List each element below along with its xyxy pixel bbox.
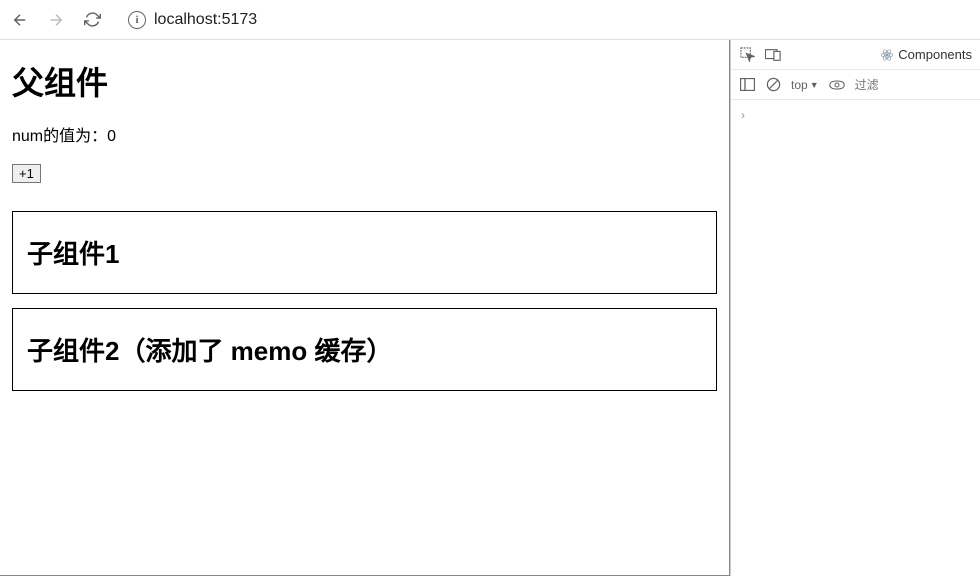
info-icon[interactable]: i: [128, 11, 146, 29]
devtools-panel: Components top ▼: [730, 40, 980, 576]
page-content: 父组件 num的值为：0 +1 子组件1 子组件2（添加了 memo 缓存）: [0, 40, 730, 576]
live-expression-icon[interactable]: [829, 77, 845, 93]
increment-button[interactable]: +1: [12, 164, 41, 183]
context-label: top: [791, 78, 808, 92]
context-selector[interactable]: top ▼: [791, 78, 819, 92]
url-text: localhost:5173: [154, 11, 257, 29]
parent-component-title: 父组件: [12, 58, 717, 104]
sidebar-toggle-icon[interactable]: [739, 77, 755, 93]
react-icon: [880, 48, 894, 62]
back-button[interactable]: [8, 8, 32, 32]
inspect-element-icon[interactable]: [739, 47, 755, 63]
components-tab[interactable]: Components: [880, 47, 972, 62]
filter-input[interactable]: [855, 78, 885, 92]
devtools-toolbar-row: top ▼: [731, 70, 980, 100]
child-component-2: 子组件2（添加了 memo 缓存）: [12, 308, 717, 391]
forward-button[interactable]: [44, 8, 68, 32]
components-tab-label: Components: [898, 47, 972, 62]
num-value-text: num的值为：0: [12, 122, 717, 146]
tree-expand-arrow[interactable]: ›: [741, 108, 745, 122]
child-component-1: 子组件1: [12, 211, 717, 294]
devtools-body: ›: [731, 100, 980, 130]
child1-title: 子组件1: [27, 234, 702, 271]
clear-icon[interactable]: [765, 77, 781, 93]
reload-button[interactable]: [80, 8, 104, 32]
browser-toolbar: i localhost:5173: [0, 0, 980, 40]
device-toolbar-icon[interactable]: [765, 47, 781, 63]
url-bar[interactable]: i localhost:5173: [128, 11, 257, 29]
content-area: 父组件 num的值为：0 +1 子组件1 子组件2（添加了 memo 缓存）: [0, 40, 980, 576]
dropdown-arrow-icon: ▼: [810, 80, 819, 90]
devtools-tabs-row: Components: [731, 40, 980, 70]
child2-title: 子组件2（添加了 memo 缓存）: [27, 331, 702, 368]
